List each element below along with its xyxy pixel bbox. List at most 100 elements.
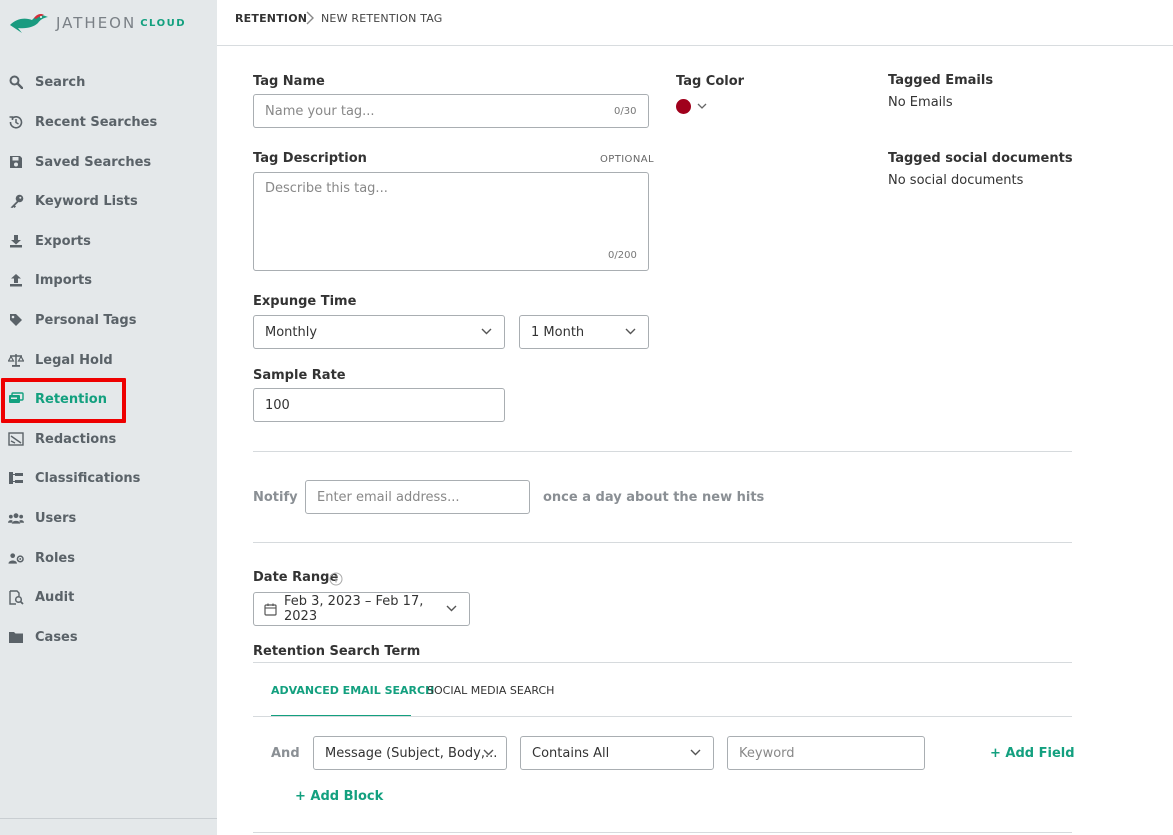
folder-icon — [8, 629, 24, 645]
breadcrumb-current: NEW RETENTION TAG — [321, 12, 443, 25]
logo-text: JATHEON — [56, 14, 137, 32]
search-term-label: Retention Search Term — [253, 644, 421, 659]
tag-name-label: Tag Name — [253, 74, 325, 89]
sidebar-divider — [0, 818, 217, 819]
info-icon[interactable] — [329, 572, 343, 586]
sample-rate-label: Sample Rate — [253, 368, 346, 383]
upload-icon — [8, 272, 24, 288]
operator-label: And — [271, 746, 300, 761]
sidebar-item-legal-hold[interactable]: Legal Hold — [0, 342, 217, 378]
expunge-frequency-select[interactable]: Monthly — [253, 315, 505, 349]
tabs-divider — [253, 716, 1072, 717]
optional-label: OPTIONAL — [600, 154, 654, 165]
scale-icon — [8, 352, 24, 368]
sidebar-item-label: Saved Searches — [35, 154, 152, 170]
search-field-value: Message (Subject, Body,... — [325, 745, 498, 761]
sample-rate-input[interactable] — [253, 388, 505, 422]
tab-advanced-email-search[interactable]: ADVANCED EMAIL SEARCH — [271, 684, 434, 697]
section-divider — [253, 542, 1072, 543]
tab-social-media-search[interactable]: SOCIAL MEDIA SEARCH — [427, 684, 554, 697]
section-divider — [253, 451, 1072, 452]
history-icon — [8, 114, 24, 130]
chevron-down-icon — [690, 749, 701, 756]
chevron-down-icon — [481, 328, 492, 335]
sidebar-item-label: Users — [35, 510, 77, 526]
logo[interactable]: JATHEON CLOUD — [8, 10, 186, 36]
tagged-emails-label: Tagged Emails — [888, 73, 994, 88]
tag-description-counter: 0/200 — [608, 250, 637, 261]
section-divider — [253, 832, 1072, 833]
chevron-right-icon — [306, 11, 314, 25]
sidebar-item-keyword-lists[interactable]: Keyword Lists — [0, 183, 217, 219]
sidebar-item-label: Roles — [35, 550, 75, 566]
sidebar: JATHEON CLOUD Search Recent Searches Sav… — [0, 0, 217, 835]
active-item-highlight — [1, 378, 126, 423]
hierarchy-icon — [8, 470, 24, 486]
sidebar-item-label: Imports — [35, 272, 92, 288]
sidebar-item-exports[interactable]: Exports — [0, 223, 217, 259]
key-icon — [8, 193, 24, 209]
redaction-icon — [8, 431, 24, 447]
tagged-emails-value: No Emails — [888, 95, 953, 110]
sidebar-item-label: Audit — [35, 589, 75, 605]
tagged-social-value: No social documents — [888, 173, 1024, 188]
sidebar-item-saved-searches[interactable]: Saved Searches — [0, 144, 217, 180]
sidebar-item-imports[interactable]: Imports — [0, 262, 217, 298]
date-range-value: Feb 3, 2023 – Feb 17, 2023 — [284, 594, 424, 624]
search-condition-select[interactable]: Contains All — [520, 736, 714, 770]
sidebar-item-classifications[interactable]: Classifications — [0, 460, 217, 496]
sidebar-item-cases[interactable]: Cases — [0, 619, 217, 655]
breadcrumb-root-link[interactable]: RETENTION — [235, 12, 307, 25]
section-divider — [253, 662, 1072, 663]
add-field-button[interactable]: + Add Field — [990, 746, 1075, 761]
sidebar-item-users[interactable]: Users — [0, 500, 217, 536]
sidebar-item-label: Recent Searches — [35, 114, 158, 130]
sidebar-item-label: Cases — [35, 629, 78, 645]
sidebar-item-roles[interactable]: Roles — [0, 540, 217, 576]
sidebar-item-label: Exports — [35, 233, 91, 249]
sidebar-item-label: Search — [35, 74, 86, 90]
jatheon-logo-icon — [10, 14, 48, 33]
tag-color-picker[interactable] — [676, 98, 712, 116]
expunge-time-label: Expunge Time — [253, 294, 357, 309]
expunge-period-select[interactable]: 1 Month — [519, 315, 649, 349]
tag-description-input[interactable] — [253, 172, 649, 271]
add-block-button[interactable]: + Add Block — [295, 789, 383, 804]
search-field-select[interactable]: Message (Subject, Body,... — [313, 736, 507, 770]
expunge-period-value: 1 Month — [531, 324, 585, 340]
notify-email-input[interactable] — [305, 480, 530, 514]
tag-color-label: Tag Color — [676, 74, 745, 89]
calendar-icon — [264, 603, 277, 616]
chevron-down-icon — [483, 749, 494, 756]
audit-icon — [8, 589, 24, 605]
tag-description-label: Tag Description — [253, 151, 367, 166]
search-icon — [8, 74, 24, 90]
tagged-social-label: Tagged social documents — [888, 151, 1073, 166]
chevron-down-icon — [625, 328, 636, 335]
tag-icon — [8, 312, 24, 328]
keyword-input[interactable] — [727, 736, 925, 770]
sidebar-item-search[interactable]: Search — [0, 64, 217, 100]
breadcrumb: RETENTION NEW RETENTION TAG — [217, 0, 1173, 46]
date-range-label: Date Range — [253, 570, 339, 585]
chevron-down-icon — [697, 103, 707, 109]
sidebar-item-recent-searches[interactable]: Recent Searches — [0, 104, 217, 140]
sidebar-item-label: Keyword Lists — [35, 193, 138, 209]
sidebar-item-label: Personal Tags — [35, 312, 137, 328]
sidebar-item-label: Legal Hold — [35, 352, 113, 368]
tag-name-input[interactable] — [253, 94, 649, 128]
users-icon — [8, 510, 24, 526]
sidebar-item-label: Classifications — [35, 470, 141, 486]
sidebar-item-audit[interactable]: Audit — [0, 579, 217, 615]
tag-color-swatch — [676, 99, 691, 114]
sidebar-item-label: Redactions — [35, 431, 117, 447]
save-icon — [8, 154, 24, 170]
notify-suffix: once a day about the new hits — [543, 490, 765, 505]
date-range-picker[interactable]: Feb 3, 2023 – Feb 17, 2023 — [253, 592, 470, 626]
sidebar-item-redactions[interactable]: Redactions — [0, 421, 217, 457]
notify-label: Notify — [253, 490, 298, 505]
sidebar-item-personal-tags[interactable]: Personal Tags — [0, 302, 217, 338]
roles-icon — [8, 550, 24, 566]
chevron-down-icon — [446, 605, 457, 612]
tag-name-counter: 0/30 — [614, 106, 637, 117]
